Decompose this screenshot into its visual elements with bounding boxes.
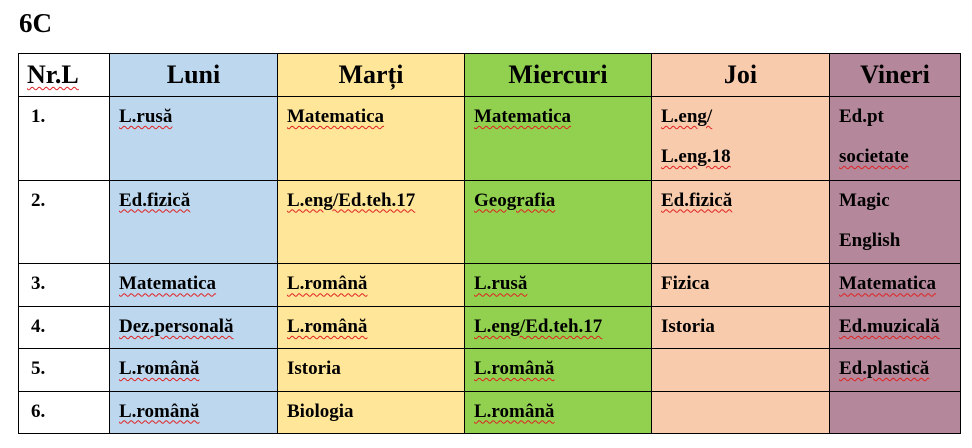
cell-vineri: Ed.pt societate: [829, 96, 961, 181]
table-row: 3. Matematica L.română L.rusă Fizica Matemati…: [18, 263, 961, 307]
cell-marti: L.eng/Ed.teh.17: [277, 179, 465, 265]
subject-text: Magic: [839, 189, 890, 211]
lesson-number: 5.: [18, 348, 110, 392]
subject-text: L.eng/Ed.teh.17: [474, 315, 603, 337]
subject-text: societate: [839, 146, 909, 167]
subject-text: L.română: [119, 400, 200, 422]
cell-joi: Ed.fizică: [651, 179, 830, 265]
header-marti: Marți: [277, 53, 465, 97]
subject-text: Matematica: [287, 106, 385, 127]
cell-vineri: Magic English: [829, 179, 961, 265]
header-vineri: Vineri: [829, 53, 961, 97]
cell-vineri: Ed.muzicală: [829, 305, 961, 350]
subject-text: Dez.personală: [119, 315, 234, 337]
table-row: 1. L.rusă Matematica Matematica L.eng/L.eng.…: [18, 96, 961, 181]
subject-text: L.română: [474, 358, 555, 380]
cell-luni: L.rusă: [109, 96, 278, 181]
subject-text: Matematica: [119, 273, 217, 295]
subject-text: L.română: [287, 273, 368, 295]
subject-text: Istoria: [661, 315, 715, 337]
header-nr: Nr.L: [18, 53, 110, 97]
header-row: Nr.L Luni Marți Miercuri Joi Vineri: [18, 53, 961, 97]
subject-text: L.română: [287, 315, 368, 337]
cell-miercuri: L.română: [464, 390, 652, 435]
lesson-number: 4.: [18, 305, 110, 350]
subject-text: Istoria: [287, 358, 341, 380]
header-joi: Joi: [651, 53, 830, 97]
schedule-table: Nr.L Luni Marți Miercuri Joi Vineri 1. L.…: [18, 53, 961, 435]
subject-text: Ed.muzicală: [839, 315, 940, 337]
cell-joi: [651, 348, 830, 392]
subject-text: Matematica: [839, 273, 937, 295]
subject-text: Ed.fizică: [119, 189, 191, 211]
subject-text: Matematica: [474, 106, 572, 127]
cell-luni: Ed.fizică: [109, 179, 278, 265]
cell-miercuri: L.rusă: [464, 263, 652, 307]
cell-marti: Biologia: [277, 390, 465, 435]
cell-joi: L.eng/L.eng.18: [651, 96, 830, 181]
cell-miercuri: L.română: [464, 348, 652, 392]
lesson-number: 2.: [18, 179, 110, 265]
subject-text: Fizica: [661, 273, 710, 295]
subject-text: L.rusă: [474, 273, 528, 295]
subject-text: Ed.pt: [839, 106, 884, 127]
table-row: 2. Ed.fizică L.eng/Ed.teh.17 Geografia Ed.fi…: [18, 179, 961, 265]
page-title: 6C: [19, 8, 52, 38]
cell-vineri: Matematica: [829, 263, 961, 307]
cell-luni: Dez.personală: [109, 305, 278, 350]
cell-luni: Matematica: [109, 263, 278, 307]
subject-text: L.eng.18: [661, 146, 731, 167]
subject-text: English: [839, 229, 901, 251]
cell-luni: L.română: [109, 348, 278, 392]
cell-miercuri: Matematica: [464, 96, 652, 181]
subject-text: L.română: [474, 400, 555, 422]
subject-text: L.eng/Ed.teh.17: [287, 189, 416, 211]
header-miercuri: Miercuri: [464, 53, 652, 97]
header-luni: Luni: [109, 53, 278, 97]
lesson-number: 6.: [18, 390, 110, 435]
lesson-number: 1.: [18, 96, 110, 181]
cell-marti: L.română: [277, 305, 465, 350]
subject-text: Ed.fizică: [661, 189, 733, 211]
subject-text: L.română: [119, 358, 200, 380]
cell-joi: Fizica: [651, 263, 830, 307]
cell-marti: L.română: [277, 263, 465, 307]
table-row: 4. Dez.personală L.română L.eng/Ed.teh.17 Is…: [18, 305, 961, 350]
cell-luni: L.română: [109, 390, 278, 435]
cell-vineri: [829, 390, 961, 435]
cell-joi: Istoria: [651, 305, 830, 350]
lesson-number: 3.: [18, 263, 110, 307]
table-row: 5. L.română Istoria L.română Ed.plastică: [18, 348, 961, 392]
subject-text: L.rusă: [119, 106, 173, 127]
subject-text: L.eng/: [661, 106, 713, 127]
cell-vineri: Ed.plastică: [829, 348, 961, 392]
cell-miercuri: L.eng/Ed.teh.17: [464, 305, 652, 350]
cell-joi: [651, 390, 830, 435]
table-row: 6. L.română Biologia L.română: [18, 390, 961, 435]
cell-miercuri: Geografia: [464, 179, 652, 265]
cell-marti: Istoria: [277, 348, 465, 392]
subject-text: Biologia: [287, 400, 354, 422]
cell-marti: Matematica: [277, 96, 465, 181]
subject-text: Ed.plastică: [839, 358, 930, 380]
subject-text: Geografia: [474, 189, 556, 211]
